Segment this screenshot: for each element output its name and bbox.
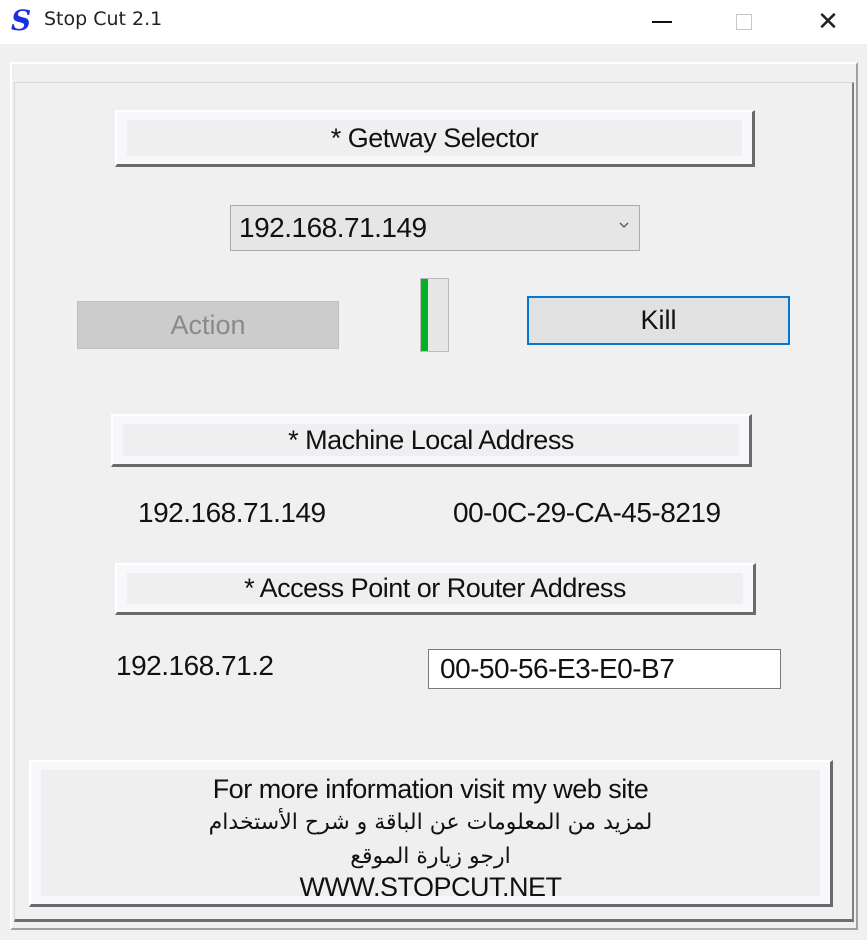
info-line-arabic-2: ارجو زيارة الموقع bbox=[350, 844, 511, 869]
maximize-icon bbox=[736, 14, 752, 30]
machine-address-header: * Machine Local Address bbox=[111, 414, 752, 467]
router-mac-field[interactable]: 00-50-56-E3-E0-B7 bbox=[428, 649, 781, 689]
router-address-label: * Access Point or Router Address bbox=[244, 573, 626, 603]
title-bar: S Stop Cut 2.1 ✕ bbox=[0, 0, 867, 44]
maximize-button[interactable] bbox=[714, 0, 774, 44]
machine-mac: 00-0C-29-CA-45-8219 bbox=[453, 497, 721, 528]
info-line-english: For more information visit my web site bbox=[212, 774, 649, 804]
window-title: Stop Cut 2.1 bbox=[44, 8, 163, 30]
minimize-icon bbox=[652, 21, 672, 23]
machine-address-label: * Machine Local Address bbox=[288, 424, 574, 455]
gateway-dropdown-value: 192.168.71.149 bbox=[239, 212, 427, 243]
action-button[interactable]: Action bbox=[77, 301, 339, 349]
app-icon: S bbox=[11, 4, 32, 37]
kill-button[interactable]: Kill bbox=[527, 296, 790, 345]
router-ip: 192.168.71.2 bbox=[116, 650, 274, 681]
gateway-selector-header: * Getway Selector bbox=[115, 110, 755, 167]
gateway-dropdown[interactable]: 192.168.71.149 bbox=[230, 205, 640, 251]
router-mac-value: 00-50-56-E3-E0-B7 bbox=[440, 653, 675, 684]
router-address-header: * Access Point or Router Address bbox=[115, 563, 756, 615]
chevron-down-icon bbox=[619, 222, 629, 228]
website-link[interactable]: WWW.STOPCUT.NET bbox=[41, 872, 820, 896]
close-button[interactable]: ✕ bbox=[798, 0, 858, 44]
progress-fill bbox=[421, 279, 428, 351]
close-icon: ✕ bbox=[817, 7, 839, 37]
minimize-button[interactable] bbox=[632, 0, 692, 44]
website-info-panel[interactable]: For more information visit my web site ل… bbox=[29, 760, 833, 907]
info-line-arabic-1: لمزيد من المعلومات عن الباقة و شرح الأست… bbox=[208, 810, 653, 835]
progress-bar bbox=[420, 278, 449, 352]
gateway-selector-label: * Getway Selector bbox=[330, 122, 539, 153]
machine-ip: 192.168.71.149 bbox=[138, 497, 326, 528]
